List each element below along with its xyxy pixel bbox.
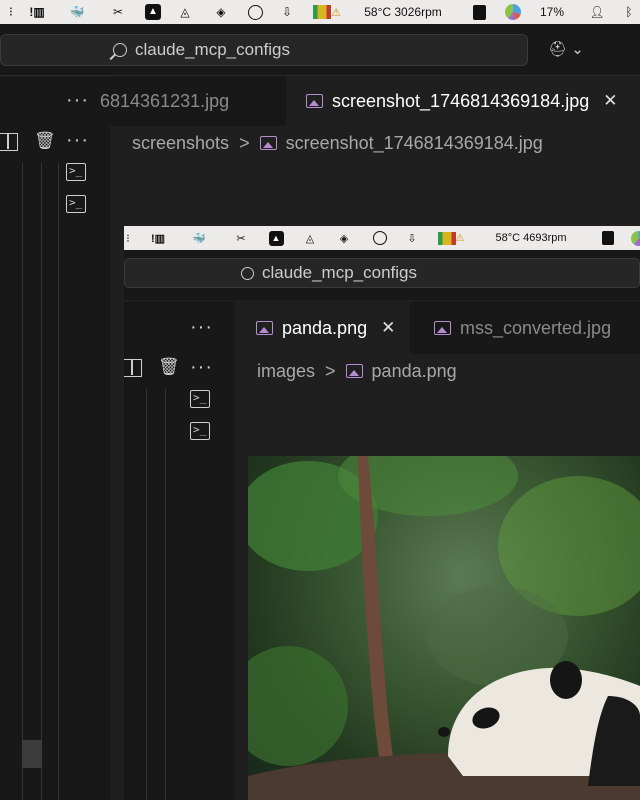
outer-sidebar: ··· 🗑︎ ··· >_ >_ <box>0 77 110 800</box>
inner-breadcrumb: images > panda.png <box>257 360 457 382</box>
outer-panel-more-icon[interactable]: ··· <box>66 129 89 152</box>
close-icon[interactable]: ✕ <box>603 91 617 111</box>
terminal-icon[interactable]: >_ <box>66 195 86 213</box>
panda-image-preview <box>248 456 640 800</box>
memory-warning-icon[interactable]: ⚠ <box>310 0 344 24</box>
outer-sidebar-more-icon[interactable]: ··· <box>66 89 89 112</box>
inner-tree-scroll-track <box>146 388 166 800</box>
outer-menubar: ⁝ !▥ 🐳 ✂ ▲ ◬ ◈ ⇩ ⚠ 58°C 3026rpm 17% 👤︎ ᛒ <box>0 0 640 24</box>
temp-rpm[interactable]: 58°C 3026rpm <box>360 0 446 24</box>
breadcrumb-file: panda.png <box>371 360 457 381</box>
search-icon <box>109 43 127 60</box>
inner-sidebar-more-icon: ··· <box>190 316 213 338</box>
docker-icon: 🐳 <box>192 232 206 245</box>
image-file-icon <box>345 364 363 378</box>
close-icon: ✕ <box>381 318 396 337</box>
clipboard-icon[interactable] <box>470 0 488 24</box>
chevron-right-icon: > <box>325 360 336 381</box>
terminal-icon: >_ <box>190 390 210 408</box>
foliage-blob <box>248 646 348 766</box>
breadcrumb-folder: images <box>257 360 316 381</box>
location-icon: ◈ <box>339 232 349 245</box>
vpn-icon: ◬ <box>305 232 315 245</box>
inner-sidebar: ··· 🗑︎ ··· >_ >_ <box>124 302 234 800</box>
tab-inner-mss-converted: mss_converted.jpg <box>410 302 640 354</box>
bluetooth-icon[interactable]: ᛒ <box>622 0 636 24</box>
tab-outer-screenshot[interactable]: screenshot_1746814369184.jpg ✕ <box>286 76 640 126</box>
terminal-icon: >_ <box>190 422 210 440</box>
outer-breadcrumb: screenshots > screenshot_1746814369184.j… <box>132 132 543 154</box>
location-icon[interactable]: ◈ <box>212 0 230 24</box>
circle-icon <box>372 226 388 250</box>
tab-outer-previous[interactable]: 6814361231.jpg <box>100 76 276 126</box>
terminal-icon[interactable]: >_ <box>66 163 86 181</box>
image-file-icon <box>256 321 273 335</box>
user-icon[interactable]: 👤︎ <box>588 0 606 24</box>
image-file-icon <box>306 94 323 108</box>
tool-icon: ✂ <box>236 232 246 245</box>
inner-titlebar: claude_mcp_configs <box>124 250 640 300</box>
outer-titlebar: claude_mcp_configs ⛑︎ ⌄ <box>0 24 640 76</box>
panda-photo <box>248 456 640 800</box>
panda-nose <box>438 727 450 737</box>
percent[interactable]: 17% <box>536 0 568 24</box>
outer-tabbar: 6814361231.jpg screenshot_1746814369184.… <box>100 76 640 126</box>
temp-rpm: 58°C 4693rpm <box>495 232 567 244</box>
trash-icon: 🗑︎ <box>158 357 180 376</box>
outer-tree-scroll-track[interactable] <box>22 163 42 800</box>
trash-icon[interactable]: 🗑︎ <box>34 131 56 151</box>
copilot-icon[interactable]: ⛑︎ ⌄ <box>548 40 588 60</box>
search-text: claude_mcp_configs <box>135 40 290 59</box>
image-file-icon <box>259 136 277 150</box>
breadcrumb-folder[interactable]: screenshots <box>132 133 229 154</box>
memory-warning-icon: ⚠ <box>434 226 468 250</box>
stats-icon: !▥ <box>150 232 166 245</box>
docker-icon[interactable]: 🐳 <box>64 0 90 24</box>
command-center-search[interactable]: claude_mcp_configs <box>0 34 528 66</box>
image-file-icon <box>434 321 451 335</box>
search-icon <box>241 266 254 280</box>
breadcrumb-file[interactable]: screenshot_1746814369184.jpg <box>286 133 543 154</box>
inner-panel-more-icon: ··· <box>190 356 213 378</box>
clipboard-icon <box>600 226 616 250</box>
download-icon[interactable]: ⇩ <box>278 0 296 24</box>
tool-icon[interactable]: ✂ <box>108 0 128 24</box>
tab-inner-panda: panda.png ✕ <box>234 302 410 354</box>
pie-icon[interactable] <box>504 0 522 24</box>
stats-icon[interactable]: !▥ <box>24 0 50 24</box>
inner-menubar: ⁝ !▥ 🐳 ✂ ▲ ◬ ◈ ⇩ ⚠ 58°C 4693rpm <box>124 226 640 250</box>
outer-scroll-thumb[interactable] <box>22 740 42 768</box>
inner-command-center-search: claude_mcp_configs <box>124 258 640 288</box>
download-icon: ⇩ <box>407 232 417 245</box>
outer-divider <box>58 163 59 800</box>
chevron-right-icon: > <box>239 132 250 153</box>
vpn-icon[interactable]: ◬ <box>176 0 194 24</box>
drive-icon[interactable]: ▲ <box>144 0 162 24</box>
circle-icon[interactable] <box>246 0 264 24</box>
split-editor-icon[interactable] <box>0 133 18 151</box>
inner-tabbar: panda.png ✕ mss_converted.jpg <box>234 302 640 354</box>
cursor-icon: ⁝ <box>126 232 130 245</box>
pie-icon <box>630 226 640 250</box>
panda-ear <box>550 661 582 699</box>
embedded-screenshot: ⁝ !▥ 🐳 ✂ ▲ ◬ ◈ ⇩ ⚠ 58°C 4693rpm claude_m… <box>124 226 640 800</box>
split-editor-icon <box>124 359 142 377</box>
cursor-icon[interactable]: ⁝ <box>4 0 18 24</box>
drive-icon: ▲ <box>268 226 284 250</box>
search-text: claude_mcp_configs <box>262 263 417 282</box>
